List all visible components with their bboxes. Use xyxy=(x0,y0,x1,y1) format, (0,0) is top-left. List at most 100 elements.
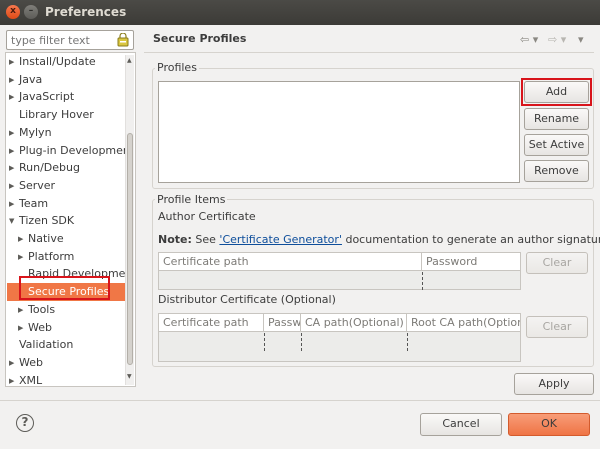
collapsed-arrow-icon[interactable]: ▶ xyxy=(9,53,14,71)
dist-col-ca-path[interactable]: CA path(Optional) xyxy=(301,314,407,332)
tree-item-label: Team xyxy=(19,196,49,210)
minimize-window-button[interactable]: – xyxy=(24,5,38,19)
scroll-up-icon[interactable]: ▲ xyxy=(127,57,132,64)
tree-item-label: JavaScript xyxy=(19,90,75,104)
filter-field[interactable] xyxy=(6,30,134,50)
tree-item[interactable]: ▶ Team xyxy=(9,195,49,213)
author-certificate-table[interactable]: Certificate path Password xyxy=(158,252,521,290)
collapsed-arrow-icon[interactable]: ▶ xyxy=(9,159,14,177)
help-icon[interactable]: ? xyxy=(16,414,34,432)
collapsed-arrow-icon[interactable]: ▶ xyxy=(18,230,23,248)
collapsed-arrow-icon[interactable]: ▶ xyxy=(9,88,14,106)
tree-item-label: Validation xyxy=(19,338,74,352)
tree-item-label: Web xyxy=(28,320,52,334)
collapsed-arrow-icon[interactable]: ▶ xyxy=(9,195,14,213)
rename-button[interactable]: Rename xyxy=(524,108,589,130)
tree-item-label: Install/Update xyxy=(19,55,96,68)
dist-cell-divider xyxy=(407,333,408,351)
tree-item-label: Platform xyxy=(28,249,75,263)
filter-input[interactable] xyxy=(7,31,111,49)
tree-item[interactable]: ▶ Run/Debug xyxy=(9,159,80,177)
tree-item[interactable]: ▶ Install/Update xyxy=(9,53,96,71)
note-suffix: documentation to generate an author sign… xyxy=(345,233,600,246)
remove-button[interactable]: Remove xyxy=(524,160,589,182)
note-prefix: Note: xyxy=(158,233,192,246)
view-menu-button[interactable]: ▾ xyxy=(578,33,584,46)
tree-item-label: Library Hover xyxy=(19,108,94,122)
author-col-password[interactable]: Password xyxy=(422,253,520,271)
collapsed-arrow-icon[interactable]: ▶ xyxy=(9,142,14,160)
collapsed-arrow-icon[interactable]: ▶ xyxy=(9,71,14,89)
tree-item[interactable]: ▶ Native xyxy=(18,230,64,248)
tree-item[interactable]: ▶ Web xyxy=(18,319,52,337)
distributor-certificate-table[interactable]: Certificate path Passw CA path(Optional)… xyxy=(158,313,521,362)
expanded-arrow-icon[interactable]: ▼ xyxy=(9,212,14,230)
tree-item-label: Tizen SDK xyxy=(19,214,75,228)
tree-item[interactable]: ▶ Server xyxy=(9,177,56,195)
back-nav-button[interactable]: ⇦ ▾ xyxy=(520,33,538,46)
tree-item[interactable]: ▼ Tizen SDK xyxy=(9,212,75,230)
author-clear-button[interactable]: Clear xyxy=(526,252,588,274)
cancel-button[interactable]: Cancel xyxy=(420,413,502,436)
note-see: See xyxy=(195,233,216,246)
tree-item-label: Tools xyxy=(28,302,56,316)
tree-item[interactable]: ▶ Web xyxy=(9,354,43,372)
tree-item-label: Java xyxy=(19,72,43,86)
collapsed-arrow-icon[interactable]: ▶ xyxy=(9,124,14,142)
preferences-tree[interactable]: ▶ Install/Update ▶ Java ▶ JavaScript Library H… xyxy=(5,52,136,387)
dist-cell-divider xyxy=(264,333,265,351)
title-bar: x – Preferences xyxy=(0,0,600,25)
window-title: Preferences xyxy=(45,5,127,19)
tree-item-label: Server xyxy=(19,178,56,192)
tree-item-label: XML xyxy=(19,373,43,387)
tree-item-label: Web xyxy=(19,355,43,369)
author-cell-divider xyxy=(422,272,423,290)
distributor-clear-button[interactable]: Clear xyxy=(526,316,588,338)
footer-separator xyxy=(0,400,600,401)
page-title: Secure Profiles xyxy=(153,32,247,45)
profiles-list[interactable] xyxy=(158,81,520,183)
scroll-thumb[interactable] xyxy=(127,133,133,365)
collapsed-arrow-icon[interactable]: ▶ xyxy=(18,248,23,266)
scroll-down-icon[interactable]: ▼ xyxy=(127,373,132,380)
author-col-certificate-path[interactable]: Certificate path xyxy=(159,253,422,271)
tree-item[interactable]: ▶ Mylyn xyxy=(9,124,52,142)
dist-col-root-ca-path[interactable]: Root CA path(Optior xyxy=(407,314,520,332)
close-window-button[interactable]: x xyxy=(6,5,20,19)
tree-item[interactable]: ▶ XML xyxy=(9,372,43,387)
tree-item[interactable]: ▶ Platform xyxy=(18,248,75,266)
tree-item[interactable]: ▶ Java xyxy=(9,71,43,89)
distributor-table-header: Certificate path Passw CA path(Optional)… xyxy=(159,314,520,332)
dist-cell-divider xyxy=(301,333,302,351)
tree-item[interactable]: Library Hover xyxy=(19,106,94,124)
clear-filter-icon[interactable] xyxy=(117,33,129,47)
tree-item-label: Native xyxy=(28,232,64,245)
tree-item[interactable]: ▶ JavaScript xyxy=(9,88,75,106)
add-button-highlight xyxy=(521,78,592,106)
profile-items-group-label: Profile Items xyxy=(155,193,228,206)
tree-item-label: Run/Debug xyxy=(19,161,80,175)
tree-item-label: Mylyn xyxy=(19,125,52,139)
distributor-certificate-label: Distributor Certificate (Optional) xyxy=(158,293,336,306)
apply-button[interactable]: Apply xyxy=(514,373,594,395)
secure-profiles-highlight xyxy=(19,276,110,300)
dist-col-certificate-path[interactable]: Certificate path xyxy=(159,314,264,332)
tree-item[interactable]: ▶ Tools xyxy=(18,301,56,319)
tree-item[interactable]: Validation xyxy=(19,336,73,354)
collapsed-arrow-icon[interactable]: ▶ xyxy=(9,372,14,386)
ok-button[interactable]: OK xyxy=(508,413,590,436)
header-separator xyxy=(144,52,594,53)
collapsed-arrow-icon[interactable]: ▶ xyxy=(9,354,14,372)
certificate-generator-link[interactable]: 'Certificate Generator' xyxy=(219,233,342,246)
collapsed-arrow-icon[interactable]: ▶ xyxy=(18,319,23,337)
dist-col-password[interactable]: Passw xyxy=(264,314,301,332)
tree-scrollbar[interactable]: ▲ ▼ xyxy=(125,55,134,385)
forward-nav-button[interactable]: ⇨ ▾ xyxy=(548,33,566,46)
author-table-header: Certificate path Password xyxy=(159,253,520,271)
set-active-button[interactable]: Set Active xyxy=(524,134,589,156)
collapsed-arrow-icon[interactable]: ▶ xyxy=(18,301,23,319)
profiles-group-label: Profiles xyxy=(155,61,199,74)
collapsed-arrow-icon[interactable]: ▶ xyxy=(9,177,14,195)
tree-item-label: Plug-in Developmen xyxy=(19,143,130,157)
tree-item[interactable]: ▶ Plug-in Developmen xyxy=(9,142,130,160)
